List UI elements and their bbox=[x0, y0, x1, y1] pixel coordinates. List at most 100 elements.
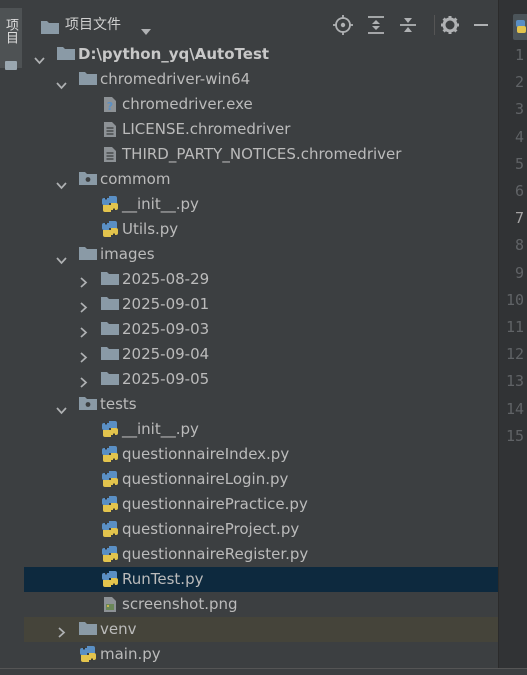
tree-row[interactable]: __init__.py bbox=[24, 417, 498, 442]
tree-row[interactable]: questionnaireRegister.py bbox=[24, 542, 498, 567]
tree-row-label: THIRD_PARTY_NOTICES.chromedriver bbox=[122, 145, 402, 163]
tree-row-label: chromedriver-win64 bbox=[100, 70, 251, 88]
chevron-right-icon[interactable] bbox=[80, 323, 88, 342]
python-file-icon bbox=[101, 445, 119, 467]
folder-icon bbox=[5, 61, 17, 70]
unknown-file-icon: ? bbox=[103, 96, 117, 117]
chevron-down-icon[interactable] bbox=[140, 21, 152, 40]
tree-row-label: __init__.py bbox=[122, 195, 199, 213]
tree-row-label: __init__.py bbox=[122, 420, 199, 438]
tree-row[interactable]: __init__.py bbox=[24, 192, 498, 217]
line-number: 1 bbox=[514, 46, 524, 64]
tree-row[interactable]: 2025-09-03 bbox=[24, 317, 498, 342]
tree-row-label: 2025-08-29 bbox=[122, 270, 210, 288]
tree-row[interactable]: venv bbox=[24, 617, 498, 642]
folder-icon bbox=[101, 271, 119, 290]
line-number: 9 bbox=[514, 263, 524, 282]
python-file-icon bbox=[101, 470, 119, 492]
chevron-right-icon[interactable] bbox=[80, 298, 88, 317]
project-toolbar: 项目文件 bbox=[24, 0, 498, 48]
folder-icon bbox=[101, 296, 119, 315]
tree-row-label: questionnaireLogin.py bbox=[122, 470, 289, 488]
line-number: 12 bbox=[505, 345, 524, 364]
folder-icon bbox=[79, 621, 97, 640]
python-file-icon bbox=[79, 645, 97, 667]
gear-icon[interactable] bbox=[439, 14, 461, 36]
line-number: 11 bbox=[505, 318, 524, 336]
project-view-title[interactable]: 项目文件 bbox=[65, 15, 121, 35]
tree-row-label: questionnaireProject.py bbox=[122, 520, 300, 538]
tree-row[interactable]: questionnaireLogin.py bbox=[24, 467, 498, 492]
folder-icon bbox=[101, 346, 119, 365]
tree-row[interactable]: D:\python_yq\AutoTest bbox=[24, 42, 498, 67]
image-file-icon bbox=[103, 596, 117, 617]
text-file-icon bbox=[103, 121, 117, 142]
tree-row[interactable]: ? chromedriver.exe bbox=[24, 92, 498, 117]
expand-all-icon[interactable] bbox=[365, 14, 387, 36]
folder-icon bbox=[79, 246, 97, 265]
tree-row[interactable]: 2025-08-29 bbox=[24, 267, 498, 292]
tree-row-label: screenshot.png bbox=[122, 595, 238, 613]
minimize-icon[interactable] bbox=[470, 14, 492, 36]
line-number: 14 bbox=[505, 399, 524, 418]
locate-icon[interactable] bbox=[332, 14, 354, 36]
tree-row-label: chromedriver.exe bbox=[122, 95, 253, 113]
tree-row[interactable]: commom bbox=[24, 167, 498, 192]
line-number: 6 bbox=[514, 182, 524, 200]
tree-row[interactable]: images bbox=[24, 242, 498, 267]
project-tool-tab-label: 项目 bbox=[3, 18, 18, 44]
tree-row-label: LICENSE.chromedriver bbox=[122, 120, 291, 138]
tree-row-label: RunTest.py bbox=[122, 570, 204, 588]
python-file-icon bbox=[101, 545, 119, 567]
tree-row[interactable]: Utils.py bbox=[24, 217, 498, 242]
svg-text:?: ? bbox=[107, 100, 113, 113]
tree-row[interactable]: THIRD_PARTY_NOTICES.chromedriver bbox=[24, 142, 498, 167]
chevron-right-icon[interactable] bbox=[80, 273, 88, 292]
tree-row-label: 2025-09-01 bbox=[122, 295, 210, 313]
tree-row-label: tests bbox=[100, 395, 137, 413]
tree-row-label: main.py bbox=[100, 645, 161, 663]
project-tool-tab[interactable]: 项目 bbox=[0, 8, 22, 70]
tree-row[interactable]: tests bbox=[24, 392, 498, 417]
editor-tab-python-icon[interactable] bbox=[513, 14, 527, 40]
tree-row[interactable]: 2025-09-04 bbox=[24, 342, 498, 367]
folder-icon bbox=[57, 46, 75, 65]
folder-icon bbox=[101, 321, 119, 340]
tree-row[interactable]: questionnaireProject.py bbox=[24, 517, 498, 542]
python-file-icon bbox=[101, 420, 119, 442]
toolbar-divider bbox=[434, 15, 435, 35]
chevron-right-icon[interactable] bbox=[80, 348, 88, 367]
tree-row-label: D:\python_yq\AutoTest bbox=[78, 45, 270, 63]
tree-row-label: Utils.py bbox=[122, 220, 179, 238]
package-folder-icon bbox=[79, 396, 97, 415]
tree-row-label: 2025-09-05 bbox=[122, 370, 210, 388]
tree-row[interactable]: questionnairePractice.py bbox=[24, 492, 498, 517]
tree-row[interactable]: LICENSE.chromedriver bbox=[24, 117, 498, 142]
editor-gutter: 1 2 3 4 5 6 7 8 9 10 11 12 13 14 15 bbox=[498, 0, 527, 674]
tree-row-label: questionnairePractice.py bbox=[122, 495, 308, 513]
tree-row-label: venv bbox=[100, 620, 137, 638]
tree-row-label: images bbox=[100, 245, 155, 263]
tree-row-label: commom bbox=[100, 170, 171, 188]
tree-row[interactable]: 2025-09-01 bbox=[24, 292, 498, 317]
project-panel: 项目文件 D:\python_yq\AutoTest chromedriver-… bbox=[24, 0, 498, 668]
folder-icon bbox=[101, 371, 119, 390]
line-number: 4 bbox=[514, 127, 524, 146]
tree-row[interactable]: main.py bbox=[24, 642, 498, 667]
line-number: 5 bbox=[514, 154, 524, 173]
tool-window-strip: 项目 bbox=[0, 0, 25, 674]
chevron-right-icon[interactable] bbox=[58, 623, 66, 642]
tree-row[interactable]: chromedriver-win64 bbox=[24, 67, 498, 92]
tree-row[interactable]: RunTest.py bbox=[24, 567, 498, 592]
python-file-icon bbox=[101, 220, 119, 242]
python-file-icon bbox=[101, 195, 119, 217]
folder-icon bbox=[79, 71, 97, 90]
tree-row-label: 2025-09-04 bbox=[122, 345, 210, 363]
folder-icon bbox=[41, 19, 59, 38]
line-number: 13 bbox=[505, 372, 524, 391]
tree-row[interactable]: questionnaireIndex.py bbox=[24, 442, 498, 467]
tree-row[interactable]: 2025-09-05 bbox=[24, 367, 498, 392]
chevron-right-icon[interactable] bbox=[80, 373, 88, 392]
tree-row[interactable]: screenshot.png bbox=[24, 592, 498, 617]
collapse-all-icon[interactable] bbox=[397, 14, 419, 36]
